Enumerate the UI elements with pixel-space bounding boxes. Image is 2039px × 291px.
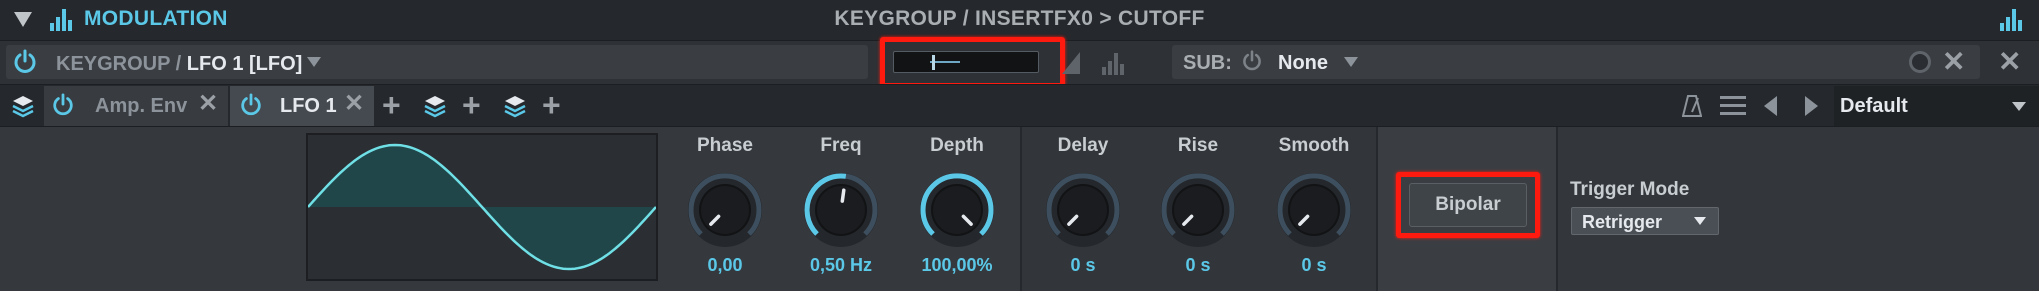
depth-value: 100,00%	[921, 255, 993, 275]
modulation-view-icon[interactable]	[2000, 9, 2024, 31]
depth-knob[interactable]	[914, 167, 1000, 253]
menu-icon[interactable]	[1720, 95, 1746, 122]
next-preset-icon[interactable]	[1804, 96, 1818, 121]
trigger-mode-select[interactable]: Retrigger	[1571, 207, 1719, 235]
lfo-source-label: LFO 1 [LFO]	[186, 53, 303, 75]
add-tab-icon-2[interactable]: +	[462, 89, 481, 121]
remove-modulation-icon[interactable]: ✕	[1998, 48, 2021, 76]
sub-amount-knob[interactable]	[1909, 51, 1931, 73]
layers-icon[interactable]	[11, 94, 35, 118]
sine-waveform-graphic	[308, 143, 656, 271]
phase-label: Phase	[697, 135, 753, 156]
tab-amp-env[interactable]: Amp. Env ✕	[44, 86, 228, 126]
preset-dropdown-icon[interactable]	[2012, 102, 2026, 111]
phase-value: 0,00	[707, 255, 743, 275]
path-separator: /	[175, 53, 182, 75]
curve-triangle-icon[interactable]	[1062, 52, 1080, 74]
tab-lfo-1[interactable]: LFO 1 ✕	[230, 86, 374, 126]
smooth-value: 0 s	[1301, 255, 1327, 275]
source-selector[interactable]: KEYGROUP / LFO 1 [LFO]	[6, 45, 868, 79]
add-tab-icon-3[interactable]: +	[542, 89, 561, 121]
layers-icon-3[interactable]	[503, 94, 527, 118]
amp-env-power-icon[interactable]	[51, 93, 75, 117]
lfo-editor: Phase 0,00 Freq 0,50 Hz Depth 100,00% De…	[0, 126, 2039, 291]
highlight-box-slider	[880, 37, 1065, 88]
sub-label: SUB:	[1183, 52, 1232, 74]
tab-amp-env-label: Amp. Env	[95, 95, 188, 117]
smooth-knob[interactable]	[1271, 167, 1357, 253]
modulation-header: MODULATION KEYGROUP / INSERTFX0 > CUTOFF	[0, 0, 2039, 40]
sub-dropdown-icon[interactable]	[1344, 57, 1358, 67]
freq-knob[interactable]	[798, 167, 884, 253]
highlight-box-bipolar	[1396, 172, 1540, 238]
waveform-display[interactable]	[306, 133, 658, 281]
sub-selector[interactable]: SUB: None ✕	[1172, 45, 1980, 79]
target-path: KEYGROUP / INSERTFX0 > CUTOFF	[834, 7, 1205, 30]
add-tab-icon[interactable]: +	[382, 89, 401, 121]
amp-env-close-icon[interactable]: ✕	[198, 92, 218, 116]
delay-value: 0 s	[1070, 255, 1096, 275]
smooth-label: Smooth	[1278, 135, 1350, 156]
source-dropdown-icon[interactable]	[307, 57, 321, 67]
delay-knob[interactable]	[1040, 167, 1126, 253]
sub-power-icon[interactable]	[1241, 50, 1263, 72]
trigger-dropdown-icon	[1694, 217, 1706, 225]
tab-row: Amp. Env ✕ LFO 1 ✕ + + + Default	[0, 84, 2039, 126]
trigger-mode-label: Trigger Mode	[1570, 179, 1690, 200]
freq-value: 0,50 Hz	[809, 255, 873, 275]
bars-gray-icon[interactable]	[1102, 51, 1126, 75]
previous-preset-icon[interactable]	[1764, 96, 1778, 121]
phase-knob[interactable]	[682, 167, 768, 253]
rise-label: Rise	[1177, 135, 1219, 156]
layers-icon-2[interactable]	[423, 94, 447, 118]
source-power-icon[interactable]	[12, 49, 38, 75]
lfo-close-icon[interactable]: ✕	[344, 92, 364, 116]
lfo-power-icon[interactable]	[239, 93, 263, 117]
sub-value: None	[1278, 52, 1328, 74]
sub-close-icon[interactable]: ✕	[1942, 48, 1965, 76]
depth-label: Depth	[930, 135, 984, 156]
metronome-icon[interactable]	[1681, 94, 1703, 123]
preset-value: Default	[1840, 95, 1908, 117]
source-label: KEYGROUP / LFO 1 [LFO]	[56, 53, 302, 76]
trigger-mode-value: Retrigger	[1582, 212, 1663, 232]
rise-value: 0 s	[1185, 255, 1211, 275]
preset-selector[interactable]: Default	[1834, 86, 2039, 126]
freq-label: Freq	[820, 135, 862, 156]
rise-knob[interactable]	[1155, 167, 1241, 253]
delay-label: Delay	[1057, 135, 1109, 156]
tab-lfo-1-label: LFO 1	[280, 95, 337, 117]
source-row: KEYGROUP / LFO 1 [LFO] SUB: None ✕ ✕	[0, 37, 2039, 88]
keygroup-label: KEYGROUP	[56, 53, 171, 75]
